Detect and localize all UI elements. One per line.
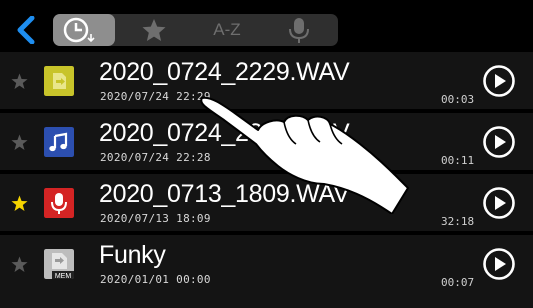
play-icon[interactable] xyxy=(482,125,516,159)
microphone-icon xyxy=(289,18,309,43)
play-icon[interactable] xyxy=(482,247,516,281)
filter-tabs: A-Z xyxy=(53,14,338,46)
wav-file-icon xyxy=(44,66,74,96)
file-name: Funky xyxy=(99,241,166,269)
microphone-icon xyxy=(44,188,74,218)
play-icon[interactable] xyxy=(482,64,516,98)
star-icon[interactable] xyxy=(11,134,28,151)
file-date: 2020/07/24 22:29 xyxy=(100,90,211,103)
star-icon xyxy=(142,19,166,41)
tab-recent[interactable] xyxy=(53,14,115,46)
list-item[interactable]: MEM Funky 2020/01/01 00:00 00:07 xyxy=(0,235,533,308)
play-icon[interactable] xyxy=(482,186,516,220)
divider xyxy=(0,109,533,111)
divider xyxy=(0,170,533,172)
memory-file-icon: MEM xyxy=(44,249,74,279)
tab-alphabetical[interactable]: A-Z xyxy=(199,14,255,46)
list-item[interactable]: 2020_0724_2229.WAV 2020/07/24 22:29 00:0… xyxy=(0,52,533,111)
star-icon[interactable] xyxy=(11,73,28,90)
file-name: 2020_0724_2228.WAV xyxy=(99,119,350,147)
top-bar: A-Z xyxy=(0,0,533,60)
divider xyxy=(0,231,533,233)
music-note-icon xyxy=(44,127,74,157)
file-date: 2020/07/24 22:28 xyxy=(100,151,211,164)
file-duration: 00:03 xyxy=(441,93,475,106)
chevron-left-icon[interactable] xyxy=(14,16,38,44)
star-icon[interactable] xyxy=(11,256,28,273)
tab-voice[interactable] xyxy=(279,14,319,46)
list-item[interactable]: 2020_0713_1809.WAV 2020/07/13 18:09 32:1… xyxy=(0,174,533,233)
star-icon[interactable] xyxy=(11,195,28,212)
file-date: 2020/01/01 00:00 xyxy=(100,273,211,286)
list-item[interactable]: 2020_0724_2228.WAV 2020/07/24 22:28 00:1… xyxy=(0,113,533,172)
file-duration: 32:18 xyxy=(441,215,475,228)
file-name: 2020_0713_1809.WAV xyxy=(99,180,350,208)
file-name: 2020_0724_2229.WAV xyxy=(99,58,350,86)
file-duration: 00:07 xyxy=(441,276,475,289)
file-duration: 00:11 xyxy=(441,154,475,167)
file-date: 2020/07/13 18:09 xyxy=(100,212,211,225)
tab-favorites[interactable] xyxy=(131,14,177,46)
clock-icon xyxy=(63,17,95,43)
svg-text:MEM: MEM xyxy=(55,273,72,279)
